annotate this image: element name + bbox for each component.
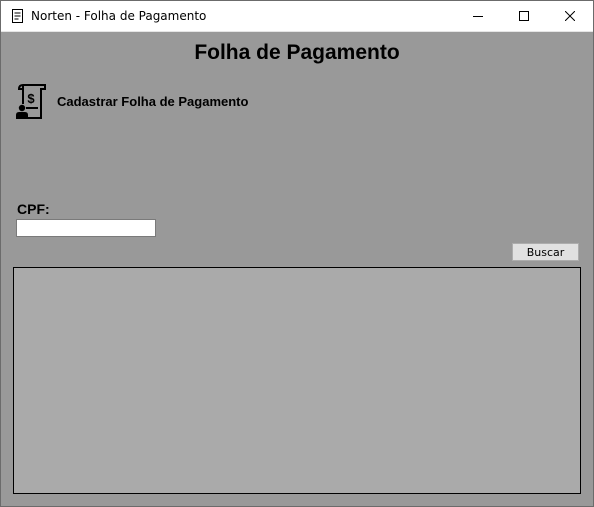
main-window: Norten - Folha de Pagamento Folha de Pag…	[0, 0, 594, 507]
search-button[interactable]: Buscar	[512, 243, 579, 261]
page-title: Folha de Pagamento	[194, 41, 400, 64]
minimize-icon	[473, 16, 483, 17]
title-bar[interactable]: Norten - Folha de Pagamento	[1, 1, 593, 32]
cpf-label: CPF:	[17, 201, 50, 217]
window-title: Norten - Folha de Pagamento	[31, 9, 207, 23]
svg-text:$: $	[27, 91, 35, 106]
close-button[interactable]	[547, 1, 593, 31]
results-grid[interactable]	[13, 267, 581, 494]
cpf-input[interactable]	[16, 219, 156, 237]
register-payroll-link[interactable]: Cadastrar Folha de Pagamento	[57, 94, 248, 109]
app-icon	[12, 9, 23, 23]
close-icon	[565, 11, 575, 21]
payroll-document-icon[interactable]: $	[14, 82, 48, 120]
maximize-icon	[519, 11, 529, 21]
minimize-button[interactable]	[455, 1, 501, 31]
maximize-button[interactable]	[501, 1, 547, 31]
